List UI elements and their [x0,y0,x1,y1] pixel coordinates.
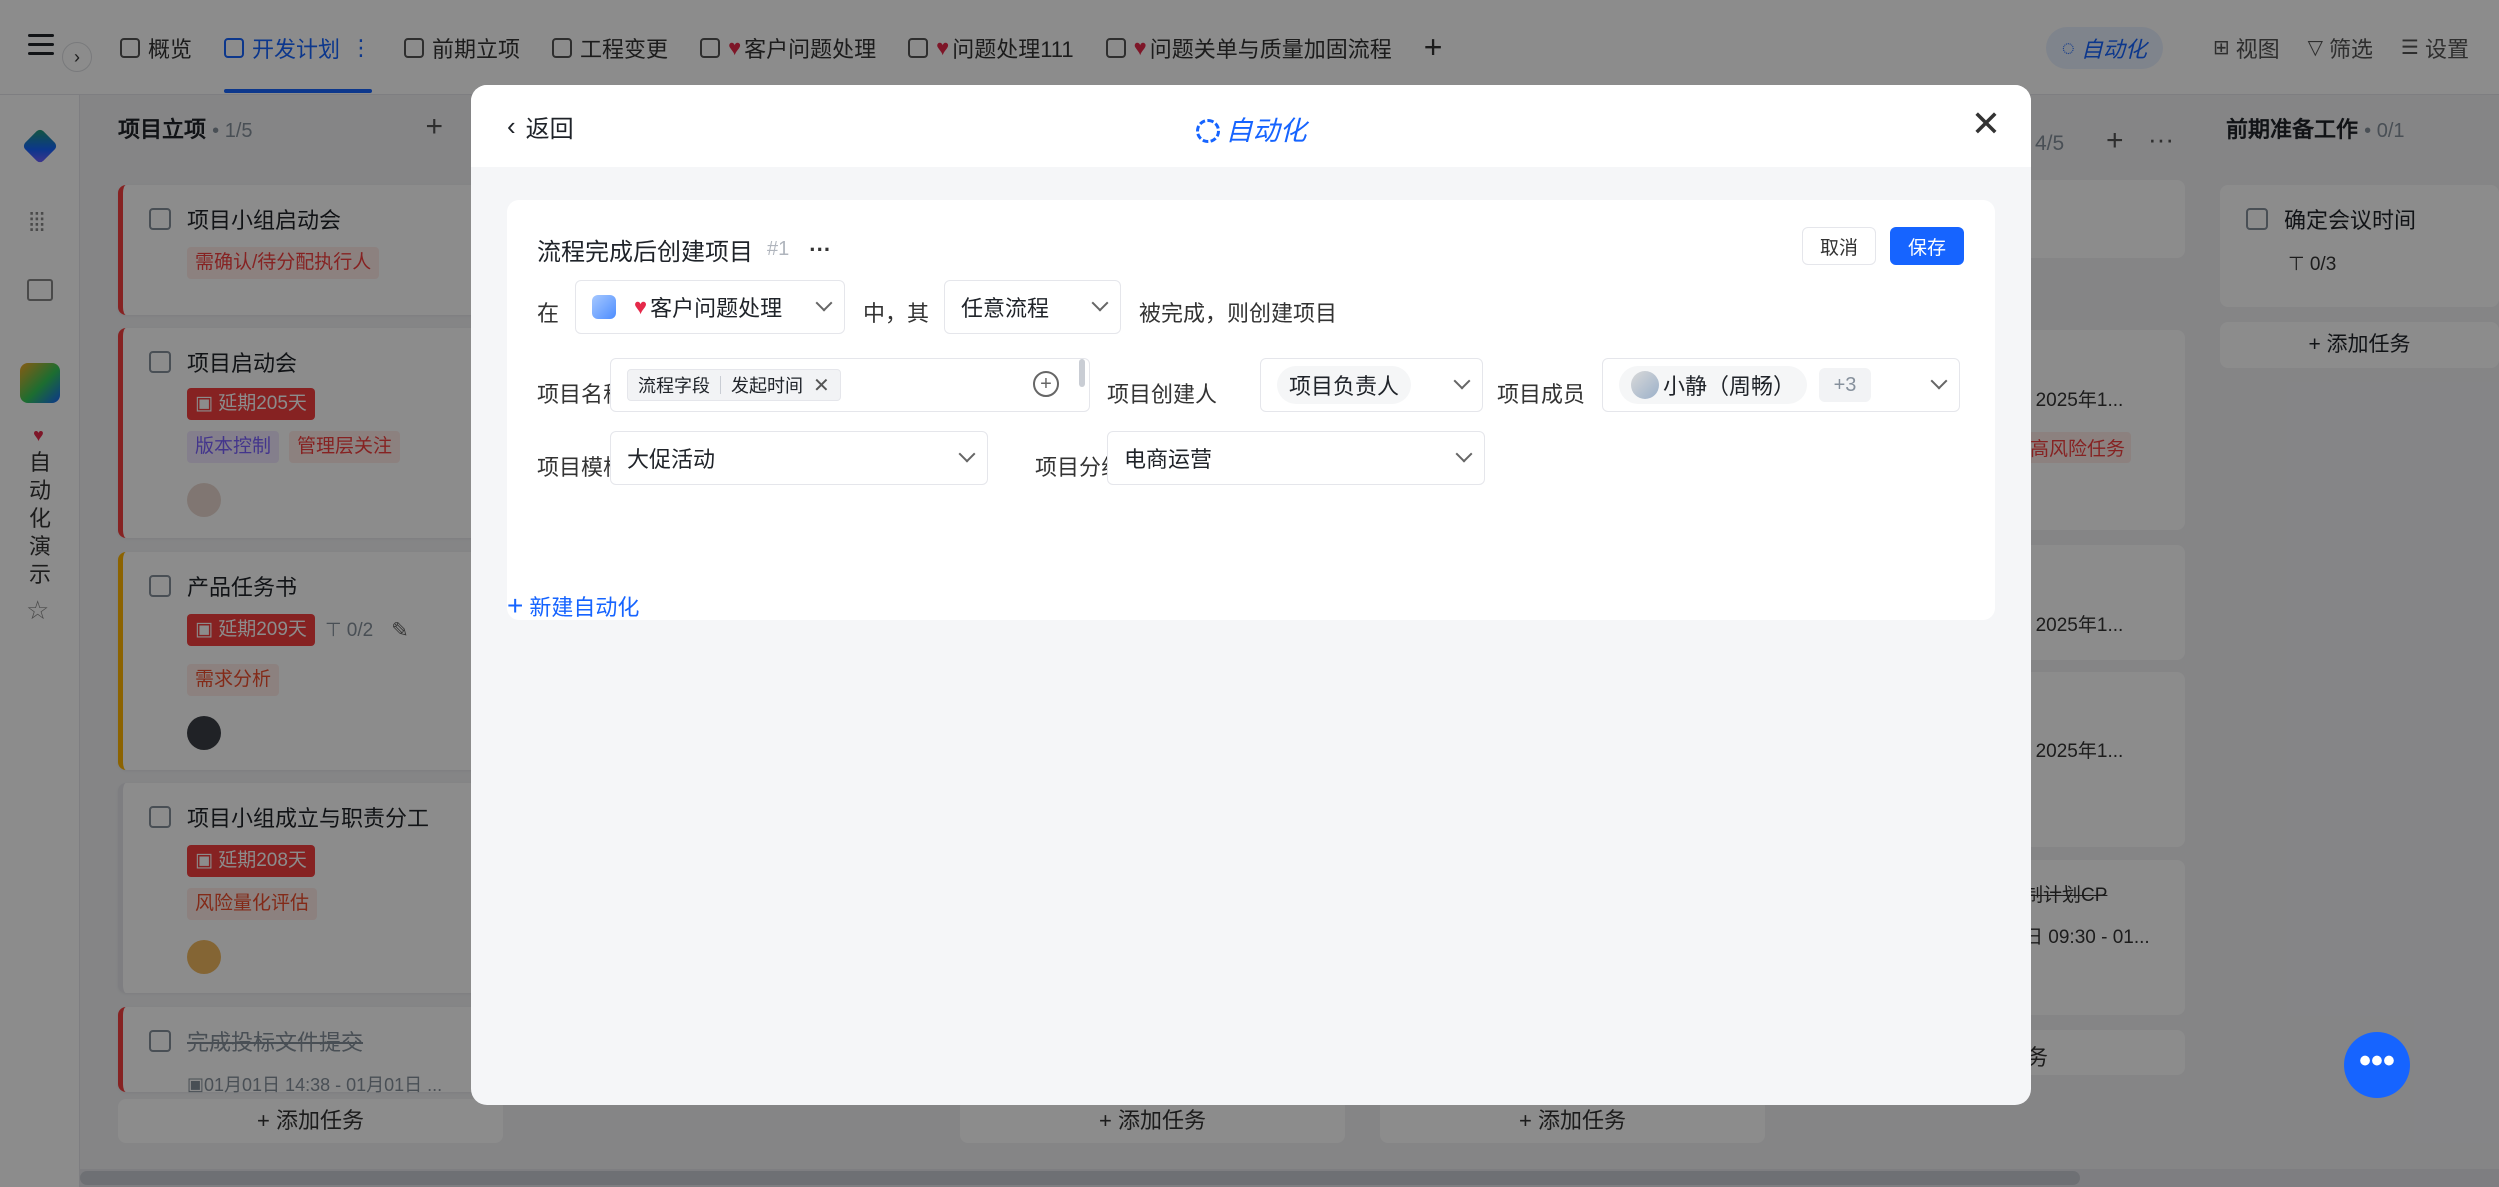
creator-pill: 项目负责人 [1277,366,1412,404]
plus-icon: + [507,590,524,621]
new-automation-button[interactable]: + 新建自动化 [507,590,639,622]
floating-chat-button[interactable]: ••• [2344,1032,2410,1098]
automation-icon [1195,119,1220,143]
chevron-down-icon [1455,445,1473,463]
chevron-down-icon [1091,294,1109,312]
cancel-button[interactable]: 取消 [1802,227,1876,265]
chevron-down-icon [1453,372,1471,390]
remove-chip-icon[interactable]: ✕ [813,373,830,398]
avatar [1631,371,1659,399]
project-creator-select[interactable]: 项目负责人 [1260,358,1483,412]
middle-label: 中，其 [863,301,930,326]
project-members-label: 项目成员 [1497,382,1586,407]
project-template-select[interactable]: 大促活动 [610,431,988,485]
new-automation-label: 新建自动化 [529,595,640,620]
process-icon [592,295,616,319]
input-scrollbar[interactable] [1079,359,1085,387]
in-label: 在 [537,301,560,326]
chevron-down-icon [815,294,833,312]
group-value: 电商运营 [1124,447,1213,472]
more-members-badge[interactable]: +3 [1819,368,1872,402]
heart-icon: ♥ [634,294,648,319]
chevron-down-icon [1930,372,1948,390]
source-process-select[interactable]: ♥ 客户问题处理 [575,280,845,334]
creator-value: 项目负责人 [1289,374,1400,399]
chip-value: 发起时间 [731,376,803,396]
automation-modal: ‹ 返回 自动化 ✕ 流程完成后创建项目 #1 ··· 取消 保存 在 ♥ 客户问题… [471,85,2031,1105]
rule-name: 流程完成后创建项目 #1 ··· [537,232,831,267]
close-icon[interactable]: ✕ [1971,103,2001,145]
automation-rule-card: 流程完成后创建项目 #1 ··· 取消 保存 在 ♥ 客户问题处理 中，其 任意流… [507,200,1995,620]
modal-title: 自动化 [471,109,2031,148]
rule-name-text[interactable]: 流程完成后创建项目 [537,232,753,267]
chevron-down-icon [958,445,976,463]
add-field-icon[interactable]: + [1033,371,1059,397]
chip-field: 流程字段 [638,376,710,396]
chip-separator [720,376,721,394]
modal-title-text: 自动化 [1225,116,1307,146]
member-name: 小静（周畅） [1663,374,1796,399]
project-group-select[interactable]: 电商运营 [1107,431,1485,485]
modal-header: ‹ 返回 自动化 ✕ [471,85,2031,167]
project-name-input[interactable]: 流程字段 发起时间 ✕ + [610,358,1090,412]
member-pill: 小静（周畅） [1619,366,1808,404]
source-value: 客户问题处理 [650,296,783,321]
trigger-text: 被完成，则创建项目 [1139,301,1338,326]
project-creator-label: 项目创建人 [1107,382,1218,407]
project-members-select[interactable]: 小静（周畅） +3 [1602,358,1960,412]
template-value: 大促活动 [627,447,716,472]
flow-value: 任意流程 [961,296,1050,321]
rule-index: #1 [767,238,790,260]
rule-more-icon[interactable]: ··· [809,237,831,263]
flow-select[interactable]: 任意流程 [944,280,1121,334]
field-chip[interactable]: 流程字段 发起时间 ✕ [627,369,841,401]
save-button[interactable]: 保存 [1890,227,1964,265]
